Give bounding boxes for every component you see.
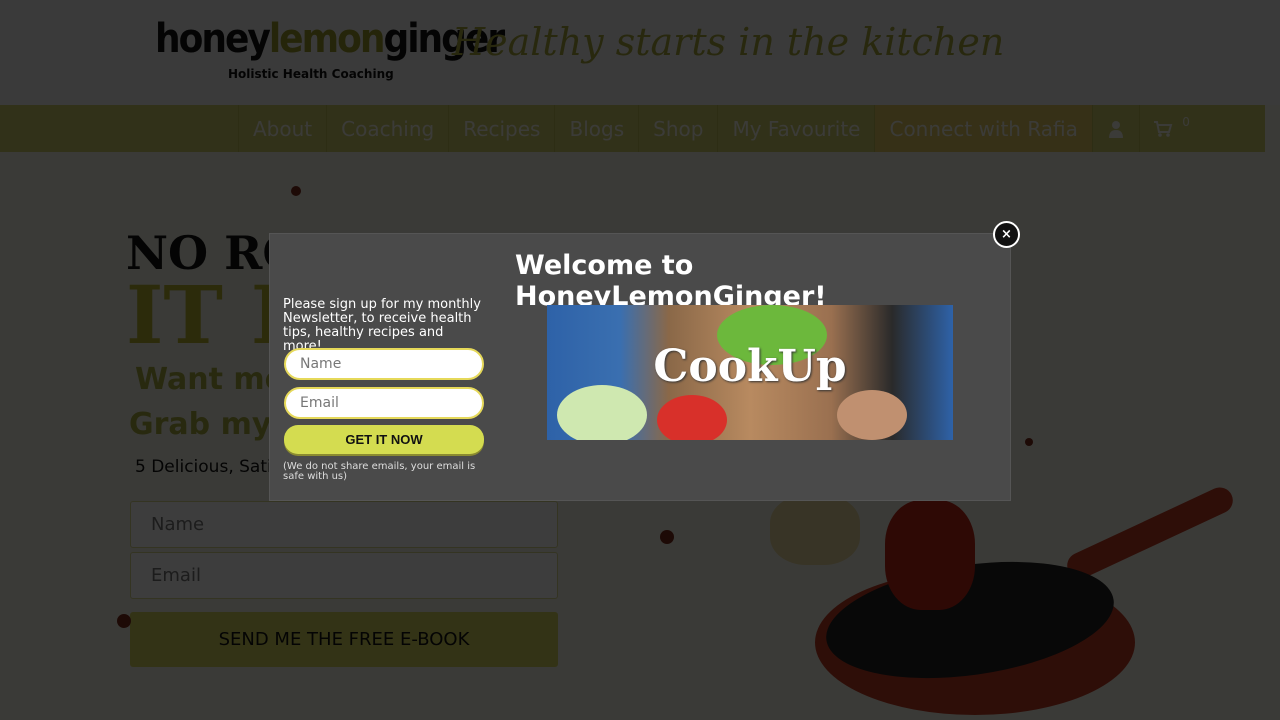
- image-grain-pan: [837, 390, 907, 440]
- cookup-banner-text: CookUp: [653, 341, 847, 392]
- newsletter-popup: Welcome to HoneyLemonGinger! Please sign…: [269, 233, 1011, 501]
- popup-email-input[interactable]: Email: [284, 387, 484, 419]
- get-it-now-button[interactable]: GET IT NOW: [284, 425, 484, 454]
- popup-privacy-note: (We do not share emails, your email is s…: [283, 461, 476, 482]
- popup-description: Please sign up for my monthly Newsletter…: [283, 297, 481, 354]
- image-tomato-bowl: [657, 395, 727, 440]
- popup-title: Welcome to HoneyLemonGinger!: [515, 250, 827, 312]
- popup-name-input[interactable]: Name: [284, 348, 484, 380]
- close-icon[interactable]: ×: [993, 221, 1020, 248]
- image-cucumber-bowl: [557, 385, 647, 440]
- cookup-banner-image: CookUp: [547, 305, 953, 440]
